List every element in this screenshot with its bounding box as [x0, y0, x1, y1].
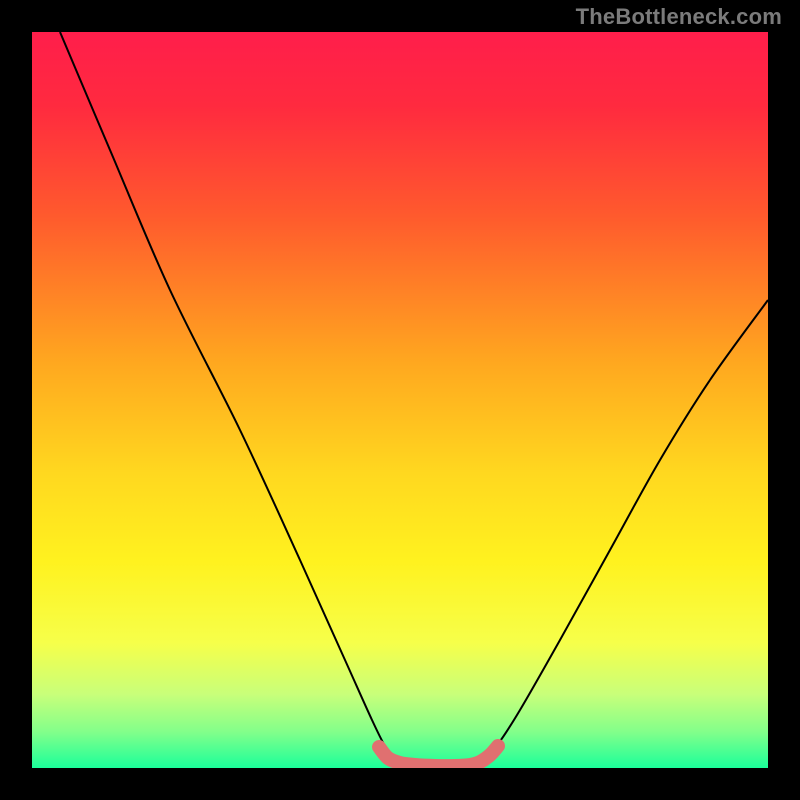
chart-frame: { "watermark": "TheBottleneck.com", "cha… — [0, 0, 800, 800]
chart-svg — [0, 0, 800, 800]
plot-background — [32, 32, 768, 768]
watermark-text: TheBottleneck.com — [576, 4, 782, 30]
